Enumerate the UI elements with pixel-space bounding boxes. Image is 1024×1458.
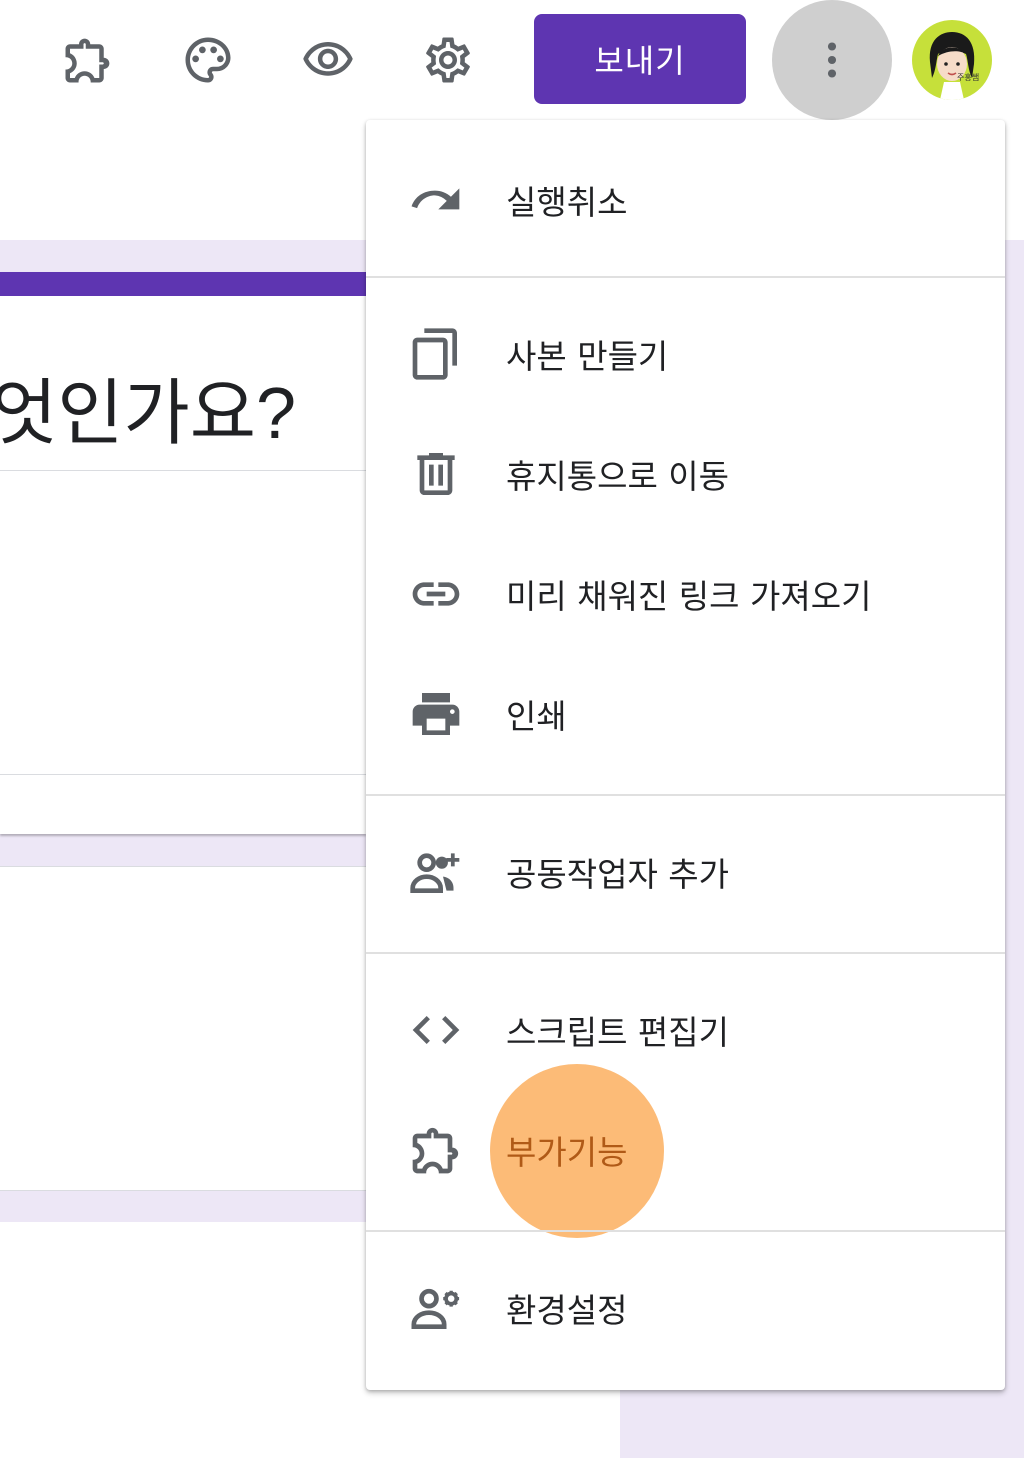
palette-icon[interactable] <box>178 30 238 90</box>
menu-divider <box>366 794 1005 796</box>
gear-icon[interactable] <box>418 30 478 90</box>
link-icon <box>406 564 466 624</box>
menu-item-label: 미리 채워진 링크 가져오기 <box>506 577 872 616</box>
avatar[interactable]: 주홍쌤 <box>912 20 992 100</box>
divider <box>0 470 366 471</box>
menu-item-label: 사본 만들기 <box>506 337 669 376</box>
trash-icon <box>406 444 466 504</box>
form-question-card[interactable]: 엇인가요? <box>0 272 366 834</box>
menu-item-make-copy[interactable]: 사본 만들기 <box>366 294 1005 414</box>
menu-divider <box>366 276 1005 278</box>
more-vert-icon <box>827 42 837 78</box>
menu-item-label: 스크립트 편집기 <box>506 1013 730 1052</box>
menu-item-print[interactable]: 인쇄 <box>366 654 1005 774</box>
undo-icon <box>406 170 466 230</box>
menu-item-move-to-trash[interactable]: 휴지통으로 이동 <box>366 414 1005 534</box>
person-add-icon <box>406 842 466 902</box>
top-toolbar: 보내기 주홍쌤 <box>0 0 1024 120</box>
menu-item-label: 휴지통으로 이동 <box>506 457 730 496</box>
menu-item-label: 인쇄 <box>506 697 567 736</box>
question-title[interactable]: 엇인가요? <box>0 354 296 459</box>
menu-item-undo[interactable]: 실행취소 <box>366 140 1005 260</box>
menu-item-label: 공동작업자 추가 <box>506 855 730 894</box>
menu-divider <box>366 1230 1005 1232</box>
form-card[interactable] <box>0 866 366 1191</box>
card-accent-bar <box>0 272 366 296</box>
print-icon <box>406 684 466 744</box>
avatar-caption: 주홍쌤 <box>957 73 980 82</box>
divider <box>0 866 366 867</box>
menu-item-script-editor[interactable]: 스크립트 편집기 <box>366 970 1005 1090</box>
divider <box>0 774 366 775</box>
menu-item-add-collaborators[interactable]: 공동작업자 추가 <box>366 812 1005 932</box>
menu-item-preferences[interactable]: 환경설정 <box>366 1248 1005 1368</box>
menu-item-label: 실행취소 <box>506 183 628 222</box>
person-settings-icon <box>406 1278 466 1338</box>
menu-item-addons[interactable]: 부가기능 <box>366 1090 1005 1210</box>
code-icon <box>406 1000 466 1060</box>
send-button[interactable]: 보내기 <box>534 14 746 104</box>
menu-item-label: 환경설정 <box>506 1291 628 1330</box>
more-options-button[interactable] <box>772 0 892 120</box>
addons-puzzle-icon[interactable] <box>58 30 118 90</box>
menu-item-label: 부가기능 <box>506 1133 628 1172</box>
eye-icon[interactable] <box>298 30 358 90</box>
more-options-menu: 실행취소 사본 만들기 휴지통으로 이동 미리 채워진 링크 가져오기 인쇄 공… <box>366 120 1005 1390</box>
menu-item-prefilled-link[interactable]: 미리 채워진 링크 가져오기 <box>366 534 1005 654</box>
avatar-face-icon <box>929 32 975 100</box>
puzzle-icon <box>406 1120 466 1180</box>
menu-divider <box>366 952 1005 954</box>
copy-icon <box>406 324 466 384</box>
